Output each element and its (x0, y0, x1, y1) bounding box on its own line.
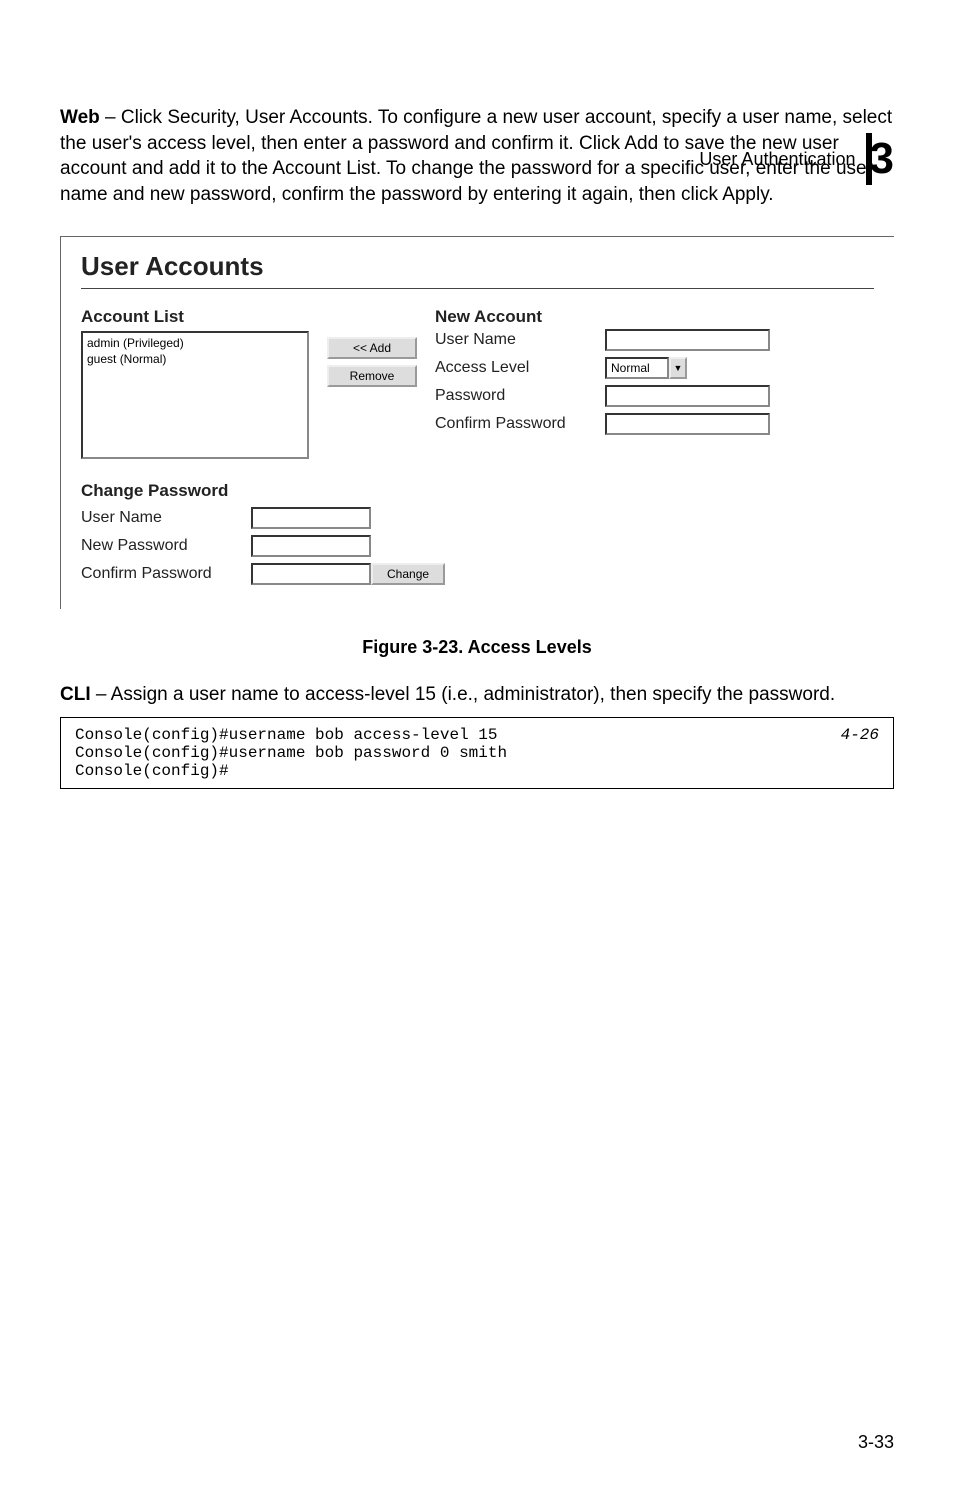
cp-newpw-input[interactable] (251, 535, 371, 557)
password-input[interactable] (605, 385, 770, 407)
cp-username-label: User Name (81, 509, 251, 527)
intro-label: Web (60, 107, 100, 128)
cp-confirm-input[interactable] (251, 563, 371, 585)
cli-label: CLI (60, 684, 91, 705)
figure-caption: Figure 3-23. Access Levels (60, 637, 894, 658)
account-list[interactable]: admin (Privileged) guest (Normal) (81, 331, 309, 459)
cli-ref: 4-26 (841, 726, 879, 780)
panel-title: User Accounts (81, 251, 874, 282)
user-accounts-panel: User Accounts Account List admin (Privil… (60, 236, 894, 609)
password-label: Password (435, 387, 605, 405)
accesslevel-label: Access Level (435, 359, 605, 377)
cp-username-input[interactable] (251, 507, 371, 529)
page-number: 3-33 (858, 1432, 894, 1453)
new-account-heading: New Account (435, 307, 874, 327)
cp-confirm-label: Confirm Password (81, 565, 251, 583)
chapter-badge: 3 (866, 133, 894, 185)
add-button[interactable]: << Add (327, 337, 417, 359)
list-item[interactable]: guest (Normal) (87, 351, 303, 367)
username-input[interactable] (605, 329, 770, 351)
header-section: User Authentication (699, 149, 855, 170)
cli-lines: Console(config)#username bob access-leve… (75, 726, 507, 780)
chevron-down-icon: ▼ (669, 357, 687, 379)
cp-newpw-label: New Password (81, 537, 251, 555)
confirm-label: Confirm Password (435, 415, 605, 433)
remove-button[interactable]: Remove (327, 365, 417, 387)
cli-example: Console(config)#username bob access-leve… (60, 717, 894, 789)
list-item[interactable]: admin (Privileged) (87, 335, 303, 351)
change-password-heading: Change Password (81, 481, 874, 501)
change-button[interactable]: Change (371, 563, 445, 585)
cli-paragraph: CLI – Assign a user name to access-level… (60, 682, 894, 708)
account-list-heading: Account List (81, 307, 309, 327)
username-label: User Name (435, 331, 605, 349)
confirm-input[interactable] (605, 413, 770, 435)
accesslevel-select[interactable]: Normal ▼ (605, 357, 770, 379)
